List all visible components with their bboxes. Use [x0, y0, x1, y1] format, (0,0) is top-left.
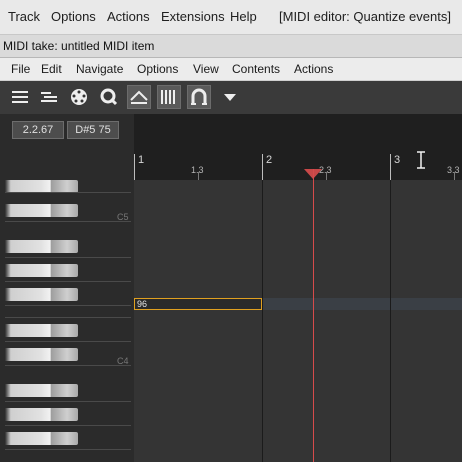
text-cursor-icon — [417, 151, 425, 169]
piano-key-divider — [5, 365, 131, 366]
ruler-beat-label: 1.3 — [191, 165, 204, 175]
editor-menu-actions[interactable]: Actions — [294, 62, 333, 76]
ruler-beat-label: 3.3 — [447, 165, 460, 175]
piano-keyboard[interactable]: C5 C4 — [0, 180, 135, 462]
info-panel: 2.2.67 D#5 75 — [0, 114, 135, 180]
note-display[interactable]: D#5 75 — [67, 121, 119, 139]
dropdown-arrow-icon[interactable] — [218, 85, 242, 109]
piano-key-divider — [5, 281, 131, 282]
grid-bar-line — [262, 180, 263, 462]
piano-black-key[interactable] — [5, 288, 78, 301]
piano-key-divider — [5, 401, 131, 402]
piano-key-divider — [5, 257, 131, 258]
midi-note[interactable]: 96 — [134, 298, 262, 310]
editor-toolbar — [0, 81, 462, 115]
window-title: MIDI take: untitled MIDI item — [3, 39, 155, 53]
piano-key-divider — [5, 305, 131, 306]
quantize-q-icon[interactable] — [97, 85, 121, 109]
piano-key-divider — [5, 221, 131, 222]
editor-menu-navigate[interactable]: Navigate — [76, 62, 123, 76]
menu-extensions[interactable]: Extensions — [161, 9, 225, 24]
ruler-bar-line — [390, 154, 391, 180]
editor-menu-options[interactable]: Options — [137, 62, 178, 76]
ruler-bar-label: 3 — [394, 154, 401, 166]
editor-menu-contents[interactable]: Contents — [232, 62, 280, 76]
app-menubar: Track Options Actions Extensions Help [M… — [0, 0, 462, 35]
piano-key-divider — [5, 317, 131, 318]
octave-label-c4: C4 — [117, 356, 129, 366]
ruler-bar-line — [262, 154, 263, 180]
editor-menubar: File Edit Navigate Options View Contents… — [0, 58, 462, 81]
piano-black-key[interactable] — [5, 204, 78, 217]
editor-menu-file[interactable]: File — [11, 62, 30, 76]
piano-black-key[interactable] — [5, 324, 78, 337]
piano-black-key[interactable] — [5, 384, 78, 397]
menu-help[interactable]: Help — [230, 9, 257, 24]
ruler-bar-line — [134, 154, 135, 180]
piano-key-divider — [5, 192, 131, 193]
menu-track[interactable]: Track — [8, 9, 40, 24]
triangle-mountain-icon[interactable] — [127, 85, 151, 109]
piano-key-divider — [5, 341, 131, 342]
magnet-snap-icon[interactable] — [187, 85, 211, 109]
editor-menu-view[interactable]: View — [193, 62, 219, 76]
menu-midi-editor-quantize[interactable]: [MIDI editor: Quantize events] — [279, 9, 451, 24]
ruler-bar-label: 1 — [138, 154, 145, 166]
piano-black-key[interactable] — [5, 432, 78, 445]
midi-din-icon[interactable] — [67, 85, 91, 109]
piano-black-key[interactable] — [5, 240, 78, 253]
piano-key-divider — [5, 449, 131, 450]
playhead-line — [313, 180, 314, 462]
grid-bars-icon[interactable] — [157, 85, 181, 109]
piano-black-key[interactable] — [5, 408, 78, 421]
piano-black-key[interactable] — [5, 264, 78, 277]
window-titlebar: MIDI take: untitled MIDI item — [0, 35, 462, 58]
ruler-bar-label: 2 — [266, 154, 273, 166]
octave-label-c5: C5 — [117, 212, 129, 222]
menu-options[interactable]: Options — [51, 9, 96, 24]
position-display[interactable]: 2.2.67 — [12, 121, 64, 139]
piano-key-divider — [5, 425, 131, 426]
grid-bar-line — [390, 180, 391, 462]
notation-lines-icon[interactable] — [37, 85, 61, 109]
piano-black-key[interactable] — [5, 348, 78, 361]
menu-actions[interactable]: Actions — [107, 9, 150, 24]
midi-note-grid[interactable]: 96 — [134, 180, 462, 462]
hamburger-list-icon[interactable] — [8, 85, 32, 109]
playhead-line-ruler — [313, 169, 314, 180]
editor-menu-edit[interactable]: Edit — [41, 62, 62, 76]
timeline-ruler[interactable]: 1 1.3 2 2.3 3 3.3 — [134, 114, 462, 181]
